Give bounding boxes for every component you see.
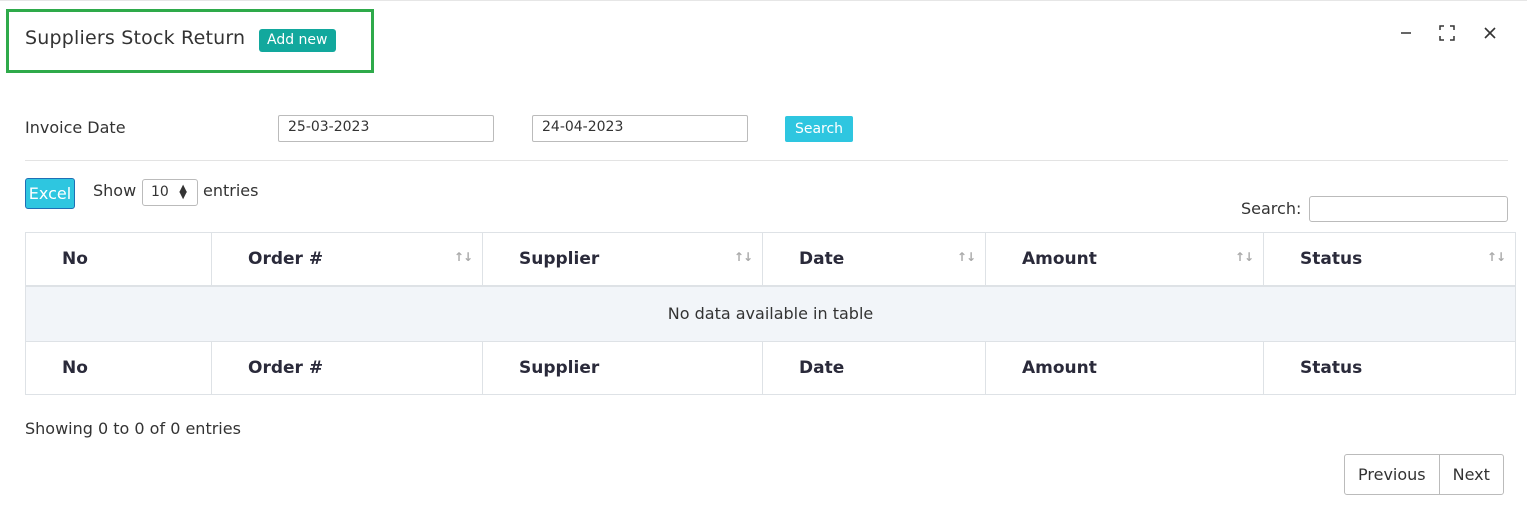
sort-icon: ↑↓ (1234, 250, 1254, 264)
show-label: Show (93, 181, 137, 200)
empty-message: No data available in table (25, 285, 1516, 342)
column-header-no[interactable]: No (25, 232, 212, 287)
date-from-input[interactable]: 25-03-2023 (278, 115, 494, 142)
modal-panel: Suppliers Stock Return Add new Invoice D… (0, 0, 1527, 532)
page-length-select[interactable]: 10 ▲ ▼ (142, 179, 198, 206)
search-button[interactable]: Search (785, 116, 853, 142)
entries-label: entries (203, 181, 259, 200)
divider (25, 160, 1508, 161)
footer-header-date: Date (762, 341, 986, 394)
column-header-amount[interactable]: Amount ↑↓ (985, 232, 1264, 287)
table-empty-row: No data available in table (25, 285, 1516, 342)
maximize-icon[interactable] (1437, 23, 1457, 43)
column-header-order[interactable]: Order # ↑↓ (211, 232, 483, 287)
footer-header-status: Status (1300, 357, 1363, 378)
column-header-date[interactable]: Date ↑↓ (762, 232, 986, 287)
page-title: Suppliers Stock Return (25, 27, 246, 49)
sort-icon: ↑↓ (956, 250, 976, 264)
column-header-status[interactable]: Status ↑↓ (1263, 232, 1516, 287)
sort-icon: ↑↓ (1486, 250, 1506, 264)
table-info: Showing 0 to 0 of 0 entries (25, 419, 241, 438)
footer-header-order: Order # (211, 341, 483, 394)
table-footer-row: No Order # Supplier Date Amount Status (25, 341, 1516, 394)
returns-table: No Order # ↑↓ Supplier ↑↓ Date ↑↓ Amount ↑↓ … (25, 232, 1516, 395)
sort-icon: ↑↓ (453, 250, 473, 264)
sort-arrows-icon: ▲ ▼ (179, 183, 187, 201)
add-new-button[interactable]: Add new (259, 29, 336, 52)
column-header-supplier[interactable]: Supplier ↑↓ (482, 232, 763, 287)
table-search-label: Search: (1241, 199, 1302, 218)
next-button[interactable]: Next (1438, 455, 1503, 494)
footer-header-supplier: Supplier (482, 341, 763, 394)
table-header-row: No Order # ↑↓ Supplier ↑↓ Date ↑↓ Amount ↑↓ … (25, 232, 1516, 287)
excel-export-button[interactable]: Excel (25, 178, 75, 209)
footer-header-amount: Amount (985, 341, 1264, 394)
table-search-input[interactable] (1309, 196, 1508, 222)
pagination: Previous Next (1344, 454, 1504, 495)
minimize-icon[interactable] (1396, 23, 1416, 43)
date-to-input[interactable]: 24-04-2023 (532, 115, 748, 142)
invoice-date-label: Invoice Date (25, 118, 126, 137)
close-icon[interactable] (1480, 23, 1500, 43)
previous-button[interactable]: Previous (1345, 455, 1439, 494)
sort-icon: ↑↓ (733, 250, 753, 264)
page-length-value: 10 (151, 184, 169, 200)
footer-header-no: No (25, 341, 212, 394)
